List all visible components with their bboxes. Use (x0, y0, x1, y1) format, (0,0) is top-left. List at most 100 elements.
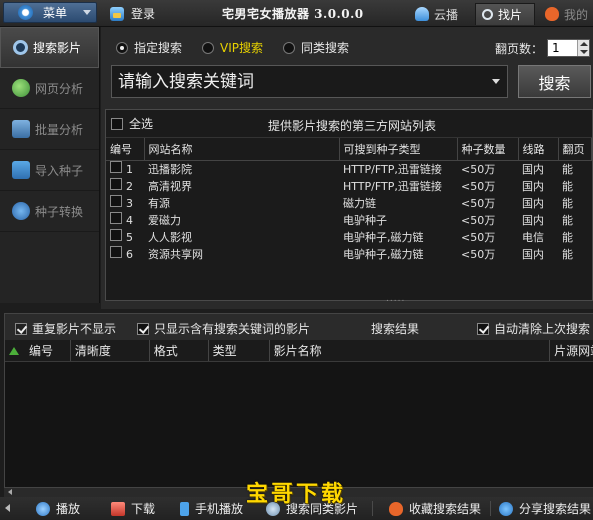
save-results-button[interactable]: 收藏搜索结果 (389, 499, 481, 518)
batch-icon (12, 120, 30, 138)
col-source-site[interactable]: 片源网站 (550, 340, 593, 361)
radio-vip-search[interactable]: VIP搜索 (202, 39, 263, 56)
panel-splitter[interactable] (101, 294, 593, 309)
row-checkbox[interactable] (110, 229, 122, 241)
site-name-cell: 爱磁力 (148, 213, 181, 227)
sidebar-item-search-movies[interactable]: 搜索影片 (0, 27, 99, 68)
login-label: 登录 (131, 7, 156, 21)
search-panel: 指定搜索 VIP搜索 同类搜索 翻页数： 1 搜索 全选 提供影片搜索的第三方网… (101, 27, 593, 303)
share-icon (499, 501, 513, 516)
radio-label: VIP搜索 (220, 41, 264, 55)
share-results-label: 分享搜索结果 (519, 502, 592, 516)
sidebar: 搜索影片 网页分析 批量分析 导入种子 种子转换 (0, 27, 100, 303)
scroll-left-icon[interactable] (5, 504, 10, 512)
heart-icon (389, 501, 403, 516)
row-checkbox[interactable] (110, 178, 122, 190)
select-all-checkbox[interactable] (111, 117, 123, 130)
row-number: 4 (126, 214, 133, 227)
table-row[interactable]: 4 爱磁力 电驴种子 <50万 国内 能 (106, 211, 592, 228)
main-menu-button[interactable]: 菜单 (3, 2, 97, 23)
tab-cloud-play[interactable]: 云播 (415, 3, 458, 25)
download-icon (111, 501, 125, 516)
radio-label: 指定搜索 (134, 41, 183, 55)
toolbar-divider (490, 501, 491, 516)
sidebar-item-import-torrent[interactable]: 导入种子 (0, 150, 99, 191)
download-button[interactable]: 下载 (111, 499, 155, 518)
torrent-count-cell: <50万 (461, 162, 496, 176)
keyword-only-checkbox[interactable] (137, 322, 149, 335)
col-format[interactable]: 格式 (150, 340, 209, 361)
tab-mine[interactable]: 我的 (545, 3, 588, 25)
results-panel: 重复影片不显示 只显示含有搜索关键词的影片 搜索结果 自动清除上次搜索 编号 清… (4, 313, 593, 488)
radio-similar-search[interactable]: 同类搜索 (283, 39, 349, 56)
login-button[interactable]: 登录 (110, 5, 155, 22)
no-duplicates-option[interactable]: 重复影片不显示 (15, 320, 116, 337)
row-number: 6 (126, 248, 133, 261)
torrent-type-cell: 电驴种子 (343, 213, 387, 227)
stepper-arrows-icon[interactable] (577, 40, 590, 56)
table-row[interactable]: 5 人人影视 电驴种子,磁力链 <50万 电信 能 (106, 228, 592, 245)
col-number[interactable]: 编号 (5, 340, 71, 361)
convert-icon (12, 202, 30, 220)
site-list-header: 全选 提供影片搜索的第三方网站列表 (106, 110, 592, 138)
title-bar: 菜单 登录 宅男宅女播放器 3.0.0.0 云播 找片 我的 (0, 0, 593, 27)
torrent-count-cell: <50万 (461, 213, 496, 227)
auto-clear-option[interactable]: 自动清除上次搜索 (477, 320, 590, 337)
paging-cell: 能 (562, 179, 573, 193)
sidebar-item-label: 搜索影片 (33, 41, 82, 55)
table-row[interactable]: 3 有源 磁力链 <50万 国内 能 (106, 194, 592, 211)
row-checkbox[interactable] (110, 212, 122, 224)
toolbar-divider (372, 501, 373, 516)
search-icon (13, 40, 28, 55)
col-site-name[interactable]: 网站名称 (144, 138, 340, 161)
site-name-cell: 资源共享网 (148, 247, 203, 261)
phone-play-button[interactable]: 手机播放 (180, 499, 243, 518)
tab-find-movies[interactable]: 找片 (475, 3, 535, 25)
page-count: 翻页数： 1 (495, 39, 591, 57)
no-duplicates-checkbox[interactable] (15, 322, 27, 335)
similar-search-button[interactable]: 搜索同类影片 (266, 499, 358, 518)
search-input[interactable] (118, 71, 488, 92)
table-row[interactable]: 6 资源共享网 电驴种子,磁力链 <50万 国内 能 (106, 245, 592, 262)
row-number-cell: 4 (106, 211, 144, 228)
sort-up-icon (9, 346, 19, 355)
table-row[interactable]: 2 高清视界 HTTP/FTP,迅雷链接 <50万 国内 能 (106, 177, 592, 194)
radio-label: 同类搜索 (301, 41, 350, 55)
auto-clear-checkbox[interactable] (477, 322, 489, 335)
keyword-only-option[interactable]: 只显示含有搜索关键词的影片 (137, 320, 310, 337)
share-results-button[interactable]: 分享搜索结果 (499, 499, 591, 518)
col-paging[interactable]: 翻页 (558, 138, 592, 161)
col-label: 编号 (29, 344, 54, 358)
select-all-label: 全选 (129, 117, 154, 131)
radio-specified-search[interactable]: 指定搜索 (116, 39, 182, 56)
col-resolution[interactable]: 清晰度 (71, 340, 150, 361)
cloud-icon (415, 7, 429, 21)
sidebar-item-torrent-convert[interactable]: 种子转换 (0, 191, 99, 232)
table-row[interactable]: 1 迅播影院 HTTP/FTP,迅雷链接 <50万 国内 能 (106, 160, 592, 177)
site-table-header: 编号 网站名称 可搜到种子类型 种子数量 线路 翻页 (106, 138, 592, 161)
sidebar-item-web-analysis[interactable]: 网页分析 (0, 68, 99, 109)
line-cell: 国内 (522, 196, 544, 210)
col-torrent-type[interactable]: 可搜到种子类型 (339, 138, 458, 161)
results-scrollbar[interactable] (4, 488, 593, 497)
col-movie-name[interactable]: 影片名称 (270, 340, 551, 361)
page-count-stepper[interactable]: 1 (547, 39, 591, 57)
row-checkbox[interactable] (110, 161, 122, 174)
no-duplicates-label: 重复影片不显示 (32, 322, 117, 336)
row-checkbox[interactable] (110, 195, 122, 207)
search-button[interactable]: 搜索 (518, 65, 591, 98)
torrent-count-cell: <50万 (461, 230, 496, 244)
play-button[interactable]: 播放 (36, 499, 80, 518)
phone-play-label: 手机播放 (195, 502, 244, 516)
user-icon (110, 6, 124, 21)
col-torrent-count[interactable]: 种子数量 (457, 138, 519, 161)
col-number[interactable]: 编号 (106, 138, 145, 161)
row-number-cell: 6 (106, 245, 144, 262)
chevron-down-icon[interactable] (488, 67, 504, 97)
torrent-type-cell: HTTP/FTP,迅雷链接 (343, 162, 442, 176)
row-checkbox[interactable] (110, 246, 122, 258)
sidebar-item-batch-analysis[interactable]: 批量分析 (0, 109, 99, 150)
col-type[interactable]: 类型 (209, 340, 270, 361)
page-count-value: 1 (552, 41, 560, 55)
col-line[interactable]: 线路 (518, 138, 559, 161)
